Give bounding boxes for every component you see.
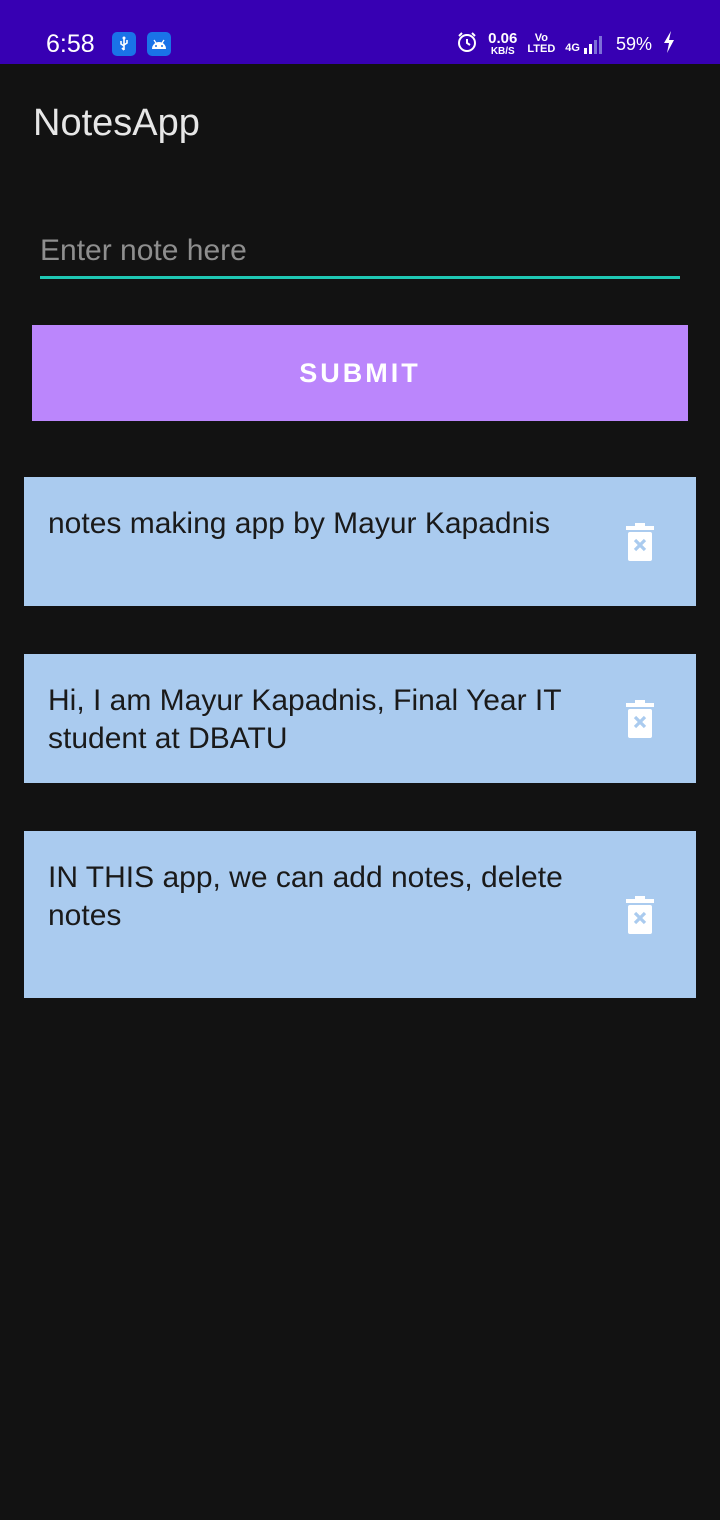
- alarm-icon: [456, 31, 478, 58]
- note-card: Hi, I am Mayur Kapadnis, Final Year IT s…: [24, 654, 696, 783]
- status-bar: 6:58 0.06 KB/S Vo LTED 4G 59%: [0, 0, 720, 64]
- network-speed: 0.06 KB/S: [488, 30, 518, 57]
- usb-icon: [112, 32, 136, 56]
- signal-icon: 4G: [565, 34, 606, 54]
- status-right-group: 0.06 KB/S Vo LTED 4G 59%: [456, 28, 676, 60]
- submit-button[interactable]: SUBMIT: [32, 325, 688, 421]
- trash-icon[interactable]: [626, 523, 654, 566]
- network-type: 4G: [565, 42, 580, 54]
- note-input[interactable]: [40, 226, 680, 279]
- charging-icon: [662, 30, 676, 58]
- note-text: notes making app by Mayur Kapadnis: [48, 507, 550, 540]
- trash-icon[interactable]: [626, 700, 654, 743]
- app-title: NotesApp: [33, 102, 200, 144]
- note-card: notes making app by Mayur Kapadnis: [24, 477, 696, 606]
- trash-icon[interactable]: [626, 896, 654, 939]
- note-card: IN THIS app, we can add notes, delete no…: [24, 831, 696, 998]
- status-time: 6:58: [46, 30, 95, 58]
- android-icon: [147, 32, 171, 56]
- note-text: Hi, I am Mayur Kapadnis, Final Year IT s…: [48, 684, 562, 755]
- battery-percent: 59%: [615, 33, 652, 54]
- volte-indicator: Vo LTED: [527, 32, 556, 55]
- note-text: IN THIS app, we can add notes, delete no…: [48, 861, 563, 932]
